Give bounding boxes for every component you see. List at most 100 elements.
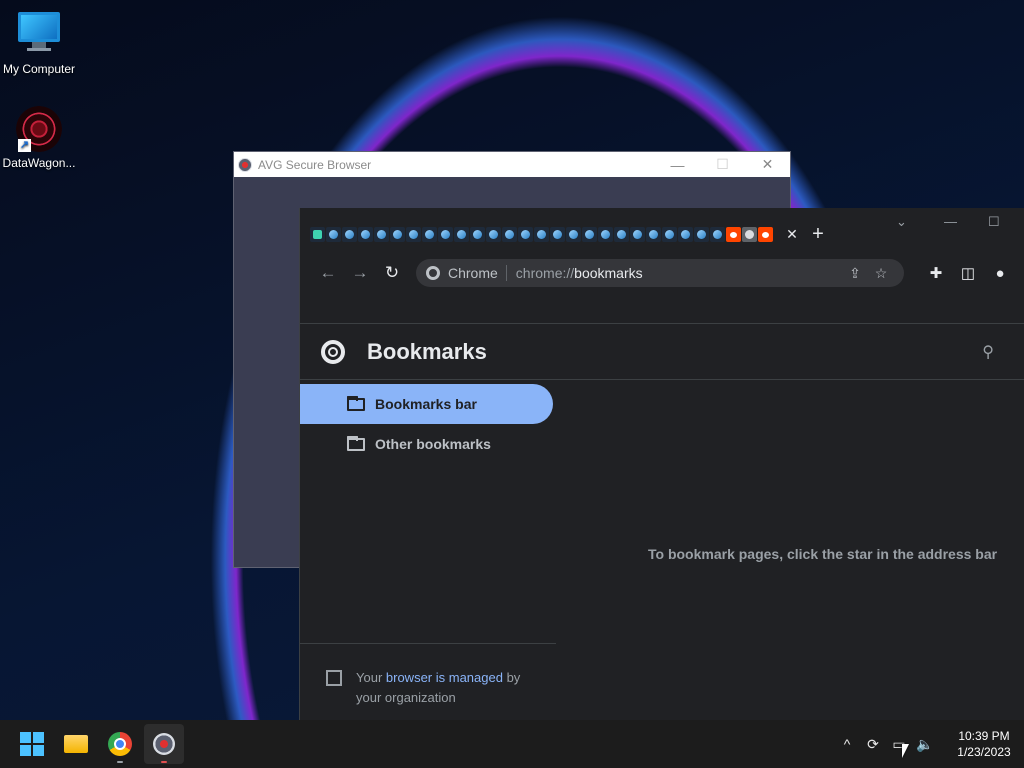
avg-maximize-button[interactable]: ☐ (700, 152, 745, 177)
tab-favicon-icon[interactable] (678, 227, 693, 242)
tab-favicon-icon[interactable] (502, 227, 517, 242)
tab-favicon-icon[interactable] (438, 227, 453, 242)
new-tab-button[interactable]: + (808, 223, 828, 246)
sidebar-item-other-bookmarks[interactable]: Other bookmarks (300, 424, 554, 464)
site-favicon-icon[interactable] (310, 227, 325, 242)
share-icon[interactable]: ⇪ (842, 265, 868, 282)
shortcut-arrow-icon: ↗ (18, 139, 31, 152)
avg-titlebar[interactable]: AVG Secure Browser — ☐ ✕ (234, 152, 790, 177)
url-text[interactable]: chrome://bookmarks (516, 265, 842, 281)
tab-favicon-icon[interactable] (486, 227, 501, 242)
tab-favicon-icon[interactable] (518, 227, 533, 242)
tab-favicon-icon[interactable] (662, 227, 677, 242)
tab-strip: ✕ + ⌄ — ☐ (300, 208, 1024, 253)
search-icon[interactable]: ⚲ (982, 342, 994, 362)
sidebar-item-label: Bookmarks bar (375, 396, 477, 412)
datawagon-logo-icon: ↗ (16, 106, 62, 152)
address-bar[interactable]: Chrome chrome://bookmarks ⇪ ☆ (416, 259, 904, 287)
empty-state-message: To bookmark pages, click the star in the… (648, 546, 998, 562)
folder-icon (347, 435, 365, 451)
chrome-logo-icon (321, 339, 345, 364)
tab-favicon-icon[interactable] (454, 227, 469, 242)
tab-favicon-icon[interactable] (390, 227, 405, 242)
tab-favicon-icon[interactable] (694, 227, 709, 242)
taskbar-chrome[interactable] (100, 724, 140, 764)
avg-logo-icon (238, 157, 252, 172)
bookmark-star-icon[interactable]: ☆ (868, 265, 894, 282)
reddit-favicon-icon[interactable] (726, 227, 741, 242)
forward-button[interactable]: → (344, 259, 376, 287)
running-indicator (161, 761, 167, 763)
url-host: bookmarks (574, 265, 643, 281)
tab-favicon-icon[interactable] (742, 227, 757, 242)
tab-favicon-icon[interactable] (710, 227, 725, 242)
tab-favicon-icon[interactable] (550, 227, 565, 242)
clock[interactable]: 10:39 PM 1/23/2023 (944, 728, 1024, 760)
site-chip-label: Chrome (448, 265, 498, 281)
windows-logo-icon (20, 732, 44, 756)
tab-favicon-icon[interactable] (406, 227, 421, 242)
chrome-logo-icon (426, 266, 440, 280)
tab-close-icon[interactable]: ✕ (784, 226, 800, 243)
computer-icon (16, 12, 62, 58)
tab-search-dropdown-icon[interactable]: ⌄ (896, 214, 907, 230)
tab-favicon-icon[interactable] (582, 227, 597, 242)
managed-prefix: Your (356, 670, 386, 685)
bookmarks-bar-strip (300, 293, 1024, 324)
sidebar-item-bookmarks-bar[interactable]: Bookmarks bar (300, 384, 553, 424)
desktop-icon-label: DataWagon... (2, 156, 76, 170)
start-button[interactable] (12, 724, 52, 764)
bookmarks-header: Bookmarks ⚲ (300, 324, 1024, 380)
tab-favicon-icon[interactable] (646, 227, 661, 242)
url-scheme: chrome:// (515, 265, 575, 281)
show-hidden-icons-chevron-icon[interactable]: ^ (834, 736, 860, 752)
avg-close-button[interactable]: ✕ (745, 152, 790, 177)
reload-button[interactable]: ↻ (376, 259, 408, 287)
avg-browser-icon (153, 733, 175, 755)
taskbar-file-explorer[interactable] (56, 724, 96, 764)
managed-link[interactable]: browser is managed (386, 670, 503, 685)
clock-date: 1/23/2023 (957, 745, 1011, 759)
desktop-icon-my-computer[interactable]: My Computer (0, 4, 78, 76)
system-tray: ^ ⟳ ▭ 🔈 10:39 PM 1/23/2023 (834, 720, 1024, 768)
taskbar-avg-browser[interactable] (144, 724, 184, 764)
volume-icon[interactable]: 🔈 (912, 736, 938, 753)
tab-favicon-icon[interactable] (342, 227, 357, 242)
tab-favicon-icon[interactable] (374, 227, 389, 242)
tab-favicon-icon[interactable] (422, 227, 437, 242)
tab-favicon-icon[interactable] (566, 227, 581, 242)
chrome-window: ✕ + ⌄ — ☐ ← → ↻ Chrome chrome://bookmark… (299, 208, 1024, 720)
desktop-icon-datawagon[interactable]: ↗ DataWagon... (0, 98, 78, 170)
tab-favicon-icon[interactable] (598, 227, 613, 242)
sidebar-item-label: Other bookmarks (375, 436, 491, 452)
profile-icon[interactable]: ● (984, 265, 1016, 282)
clock-time: 10:39 PM (958, 729, 1010, 743)
tab-favicon-icon[interactable] (358, 227, 373, 242)
site-chip[interactable]: Chrome (426, 265, 507, 281)
side-panel-icon[interactable]: ◫ (952, 264, 984, 282)
running-indicator (117, 761, 123, 763)
extensions-icon[interactable]: ✚ (920, 264, 952, 282)
tab-favicon-icon[interactable] (470, 227, 485, 242)
back-button[interactable]: ← (312, 259, 344, 287)
chrome-icon (108, 732, 132, 756)
taskbar: ^ ⟳ ▭ 🔈 10:39 PM 1/23/2023 (0, 720, 1024, 768)
desktop-icon-label: My Computer (2, 62, 76, 76)
avg-window-title: AVG Secure Browser (258, 157, 372, 172)
bookmarks-sidebar: Bookmarks bar Other bookmarks (300, 384, 554, 464)
tab-favicons: ✕ (310, 226, 800, 243)
folder-icon (64, 735, 88, 753)
chrome-minimize-button[interactable]: — (944, 214, 957, 229)
tab-favicon-icon[interactable] (630, 227, 645, 242)
avg-minimize-button[interactable]: — (655, 152, 700, 177)
building-icon (326, 670, 342, 686)
tab-favicon-icon[interactable] (534, 227, 549, 242)
chrome-toolbar: ← → ↻ Chrome chrome://bookmarks ⇪ ☆ ✚ ◫ … (300, 253, 1024, 293)
mouse-cursor-icon (902, 744, 909, 758)
chrome-maximize-button[interactable]: ☐ (988, 214, 1000, 230)
reddit-favicon-icon[interactable] (758, 227, 773, 242)
tab-favicon-icon[interactable] (326, 227, 341, 242)
tab-favicon-icon[interactable] (614, 227, 629, 242)
sync-icon[interactable]: ⟳ (860, 736, 886, 753)
folder-icon (347, 395, 365, 411)
